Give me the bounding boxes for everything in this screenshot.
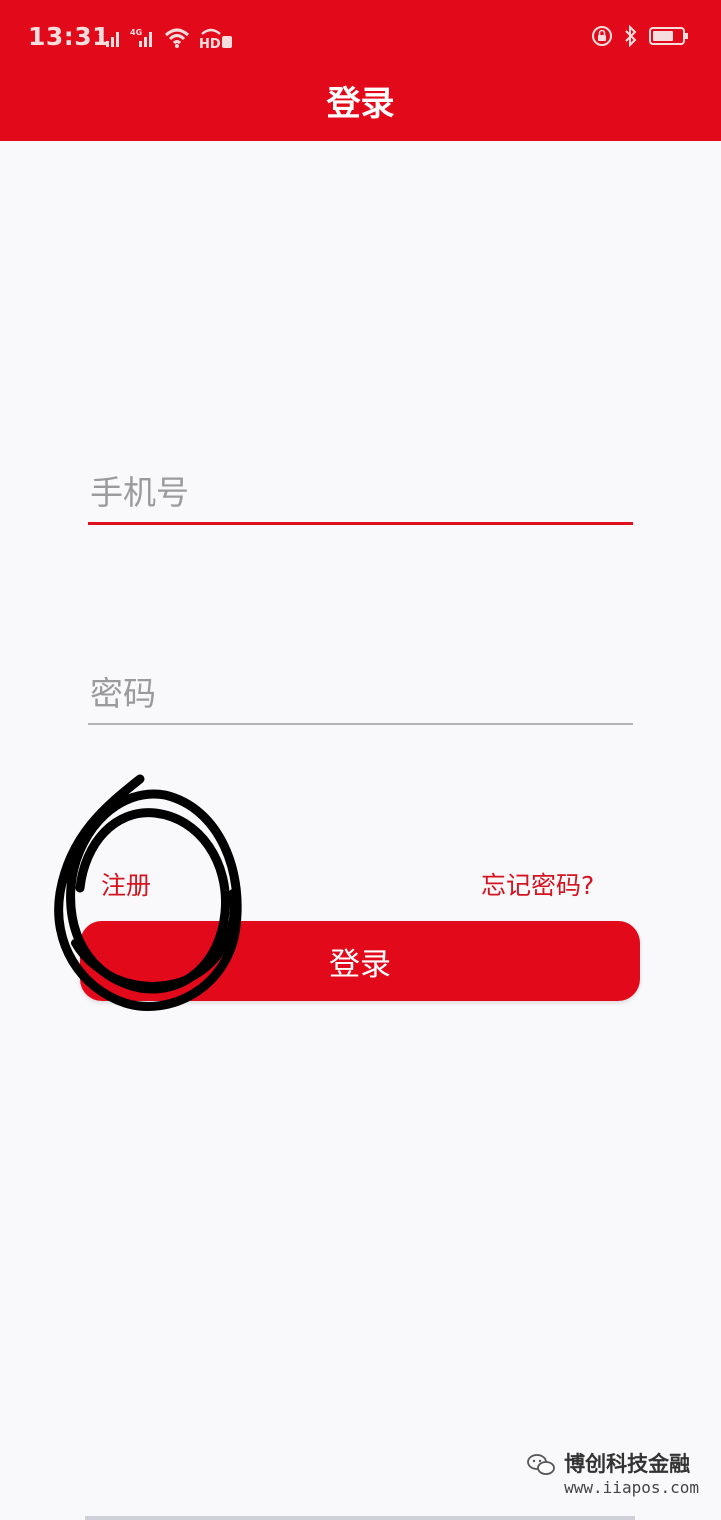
login-button[interactable]: 登录 [80, 921, 640, 1001]
forgot-password-link[interactable]: 忘记密码? [481, 866, 594, 902]
hd-voice-icon: HD [199, 28, 232, 50]
page-title: 登录 [326, 84, 395, 124]
status-icons-left: x 4G HD [98, 26, 234, 50]
wifi-icon [164, 28, 190, 48]
watermark-url: www.iiapos.com [564, 1478, 699, 1497]
svg-text:x: x [98, 28, 104, 38]
svg-text:4G: 4G [130, 28, 142, 37]
bluetooth-icon [625, 25, 637, 47]
phone-field[interactable] [88, 462, 633, 525]
register-link[interactable]: 注册 [101, 866, 151, 902]
password-field[interactable] [88, 663, 633, 725]
lock-rotation-icon [592, 26, 612, 46]
signal-x-icon: x [98, 28, 119, 47]
title-bar: 13:31 x 4G HD 登录 [0, 0, 721, 141]
wechat-icon [527, 1454, 556, 1475]
status-icons-right [591, 25, 689, 47]
watermark: 博创科技金融 www.iiapos.com [526, 1452, 699, 1500]
password-input[interactable] [88, 673, 633, 713]
phone-input[interactable] [88, 472, 633, 512]
battery-icon [649, 27, 688, 45]
bottom-edge [85, 1516, 635, 1520]
watermark-brand: 博创科技金融 [564, 1452, 691, 1476]
svg-text:HD: HD [199, 37, 221, 50]
signal-4g-icon: 4G [130, 28, 152, 47]
